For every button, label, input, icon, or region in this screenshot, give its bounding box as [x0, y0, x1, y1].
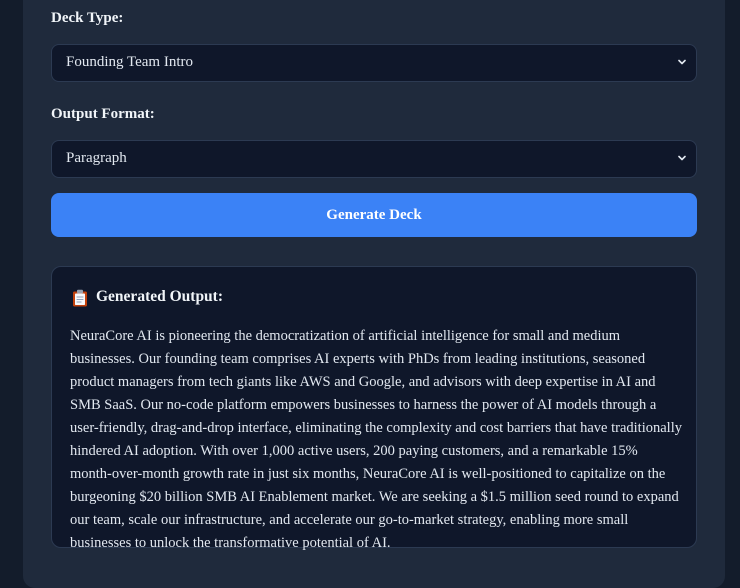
deck-type-value: Founding Team Intro [66, 54, 193, 70]
generated-output-panel: Generated Output: NeuraCore AI is pionee… [51, 266, 697, 551]
chevron-down-icon [678, 59, 686, 65]
output-text: NeuraCore AI is pioneering the democrati… [70, 328, 682, 551]
output-format-label: Output Format: [51, 106, 155, 122]
chevron-down-icon [678, 155, 686, 161]
deck-type-label: Deck Type: [51, 10, 124, 26]
generate-deck-button[interactable]: Generate Deck [51, 193, 697, 237]
output-format-value: Paragraph [66, 150, 127, 166]
output-title: Generated Output: [96, 288, 224, 305]
output-format-select[interactable]: Paragraph [51, 140, 697, 178]
deck-type-select[interactable]: Founding Team Intro [51, 44, 697, 82]
clipboard-icon [73, 289, 87, 307]
